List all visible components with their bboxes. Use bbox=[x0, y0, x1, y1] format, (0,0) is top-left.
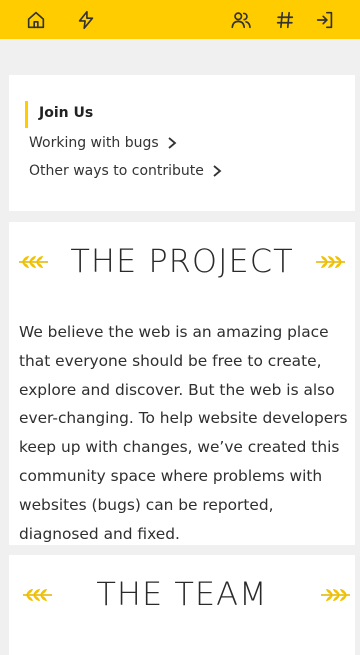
menu-item-other-ways[interactable]: Other ways to contribute bbox=[29, 163, 223, 179]
top-nav-bar bbox=[0, 0, 360, 39]
laurel-right-icon bbox=[314, 254, 346, 270]
project-section: THE PROJECT We believe the web is an ama… bbox=[9, 222, 355, 545]
menu-item-working-with-bugs[interactable]: Working with bugs bbox=[29, 135, 178, 151]
menu-item-join-us[interactable]: Join Us bbox=[39, 105, 93, 121]
section-title: THE TEAM bbox=[96, 575, 268, 613]
chevron-right-icon bbox=[213, 165, 222, 177]
sign-in-icon[interactable] bbox=[313, 8, 337, 32]
home-icon[interactable] bbox=[24, 8, 48, 32]
project-description: We believe the web is an amazing place t… bbox=[19, 323, 348, 543]
menu-item-label: Join Us bbox=[39, 105, 94, 121]
contribute-menu: Join Us Working with bugs Other ways to … bbox=[9, 75, 355, 211]
team-section: THE TEAM bbox=[9, 555, 355, 655]
menu-item-label: Other ways to contribute bbox=[29, 163, 204, 179]
users-icon[interactable] bbox=[229, 8, 253, 32]
laurel-right-icon bbox=[319, 587, 351, 603]
chevron-right-icon bbox=[168, 137, 177, 149]
menu-item-label: Working with bugs bbox=[29, 135, 159, 151]
hashtag-icon[interactable] bbox=[273, 8, 297, 32]
active-indicator bbox=[25, 101, 28, 128]
section-title: THE PROJECT bbox=[70, 242, 294, 280]
lightning-icon[interactable] bbox=[74, 8, 98, 32]
